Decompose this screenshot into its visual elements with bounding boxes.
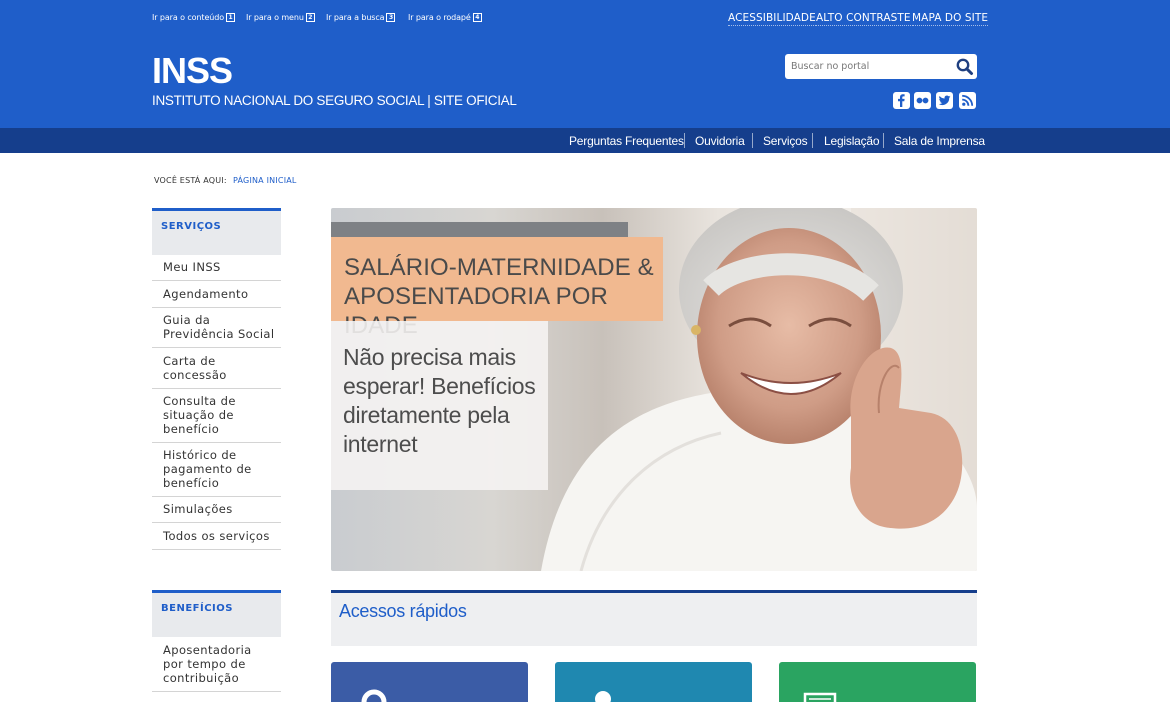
services-menu-item-line: Consulta de (163, 394, 236, 408)
document-icon (803, 692, 837, 702)
services-menu-item-line: Histórico de (163, 448, 237, 462)
benefits-menu-item-line: por tempo de (163, 657, 246, 671)
banner-tagline: Não precisa mais esperar! Benefícios dir… (343, 344, 536, 457)
benefits-menu-item-label: Aposentadoria por tempo de contribuição (163, 643, 252, 685)
services-menu-item-line: situação de (163, 408, 234, 422)
services-menu-item[interactable]: Histórico de pagamento de benefício (152, 442, 281, 497)
services-menu-item-label: Simulações (163, 502, 233, 516)
search-box (785, 54, 977, 79)
facebook-link[interactable] (893, 92, 910, 109)
services-menu-item-line: concessão (163, 368, 227, 382)
site-map-link[interactable]: MAPA DO SITE (912, 12, 989, 26)
benefits-menu-item-line: contribuição (163, 671, 240, 685)
services-menu-item-label: Todos os serviços (163, 529, 270, 543)
services-menu-item-label: Histórico de pagamento de benefício (163, 448, 252, 490)
nav-servicos[interactable]: Serviços (763, 134, 808, 148)
services-menu-item-line: Simulações (163, 502, 233, 516)
location-icon (361, 689, 387, 702)
quick-access-tile-2[interactable] (555, 662, 752, 702)
services-menu-item-line: Agendamento (163, 287, 249, 301)
services-menu-item-line: pagamento de (163, 462, 252, 476)
skip-to-menu-link[interactable]: Ir para o menu 2 (246, 13, 315, 22)
quick-access-tile-3[interactable] (779, 662, 976, 702)
skip-to-search-link[interactable]: Ir para a busca 3 (326, 13, 396, 22)
benefits-menu-item-line: Aposentadoria (163, 643, 252, 657)
services-menu-item[interactable]: Guia da Previdência Social (152, 307, 281, 348)
facebook-icon (898, 94, 905, 107)
benefits-heading-label: BENEFÍCIOS (161, 603, 233, 614)
site-header: Ir para o conteúdo 1 Ir para o menu 2 Ir… (0, 0, 1170, 128)
services-menu-item-line: benefício (163, 422, 220, 436)
services-heading: SERVIÇOS (152, 208, 281, 255)
flickr-icon (916, 97, 929, 104)
services-menu-item-line: Carta de (163, 354, 216, 368)
nav-ouvidoria[interactable]: Ouvidoria (695, 134, 745, 148)
site-logo[interactable]: INSS (152, 50, 233, 92)
banner-tagline-box: Não precisa mais esperar! Benefícios dir… (331, 321, 548, 490)
services-menu-item[interactable]: Todos os serviços (152, 522, 281, 550)
skip-link-label: Ir para o conteúdo (152, 13, 225, 22)
hero-banner[interactable]: SALÁRIO-MATERNIDADE & APOSENTADORIA POR … (331, 208, 977, 571)
services-menu-item-label: Meu INSS (163, 260, 221, 274)
banner-accent-strip (331, 222, 628, 237)
breadcrumb-home-link[interactable]: PÁGINA INICIAL (233, 176, 297, 185)
banner-headline-box: SALÁRIO-MATERNIDADE & APOSENTADORIA POR … (331, 237, 663, 339)
skip-to-content-link[interactable]: Ir para o conteúdo 1 (152, 13, 236, 22)
quick-access-title: Acessos rápidos (339, 601, 467, 621)
nav-divider (684, 133, 685, 148)
main-nav: Perguntas Frequentes Ouvidoria Serviços … (0, 128, 1170, 153)
twitter-icon (938, 95, 951, 106)
nav-divider (812, 133, 813, 148)
services-menu-item[interactable]: Agendamento (152, 280, 281, 308)
accessibility-link[interactable]: ACESSIBILIDADE (728, 12, 816, 26)
services-menu-item-line: Previdência Social (163, 327, 275, 341)
rss-link[interactable] (959, 92, 976, 109)
services-menu-item-label: Consulta de situação de benefício (163, 394, 236, 436)
rss-icon (962, 94, 974, 106)
services-menu-item-line: Todos os serviços (163, 529, 270, 543)
search-icon (956, 58, 973, 75)
access-key: 3 (386, 13, 396, 22)
services-menu-item-label: Guia da Previdência Social (163, 313, 274, 341)
quick-access-tile-1[interactable] (331, 662, 528, 702)
services-menu-item-line: Guia da (163, 313, 211, 327)
benefits-menu-item[interactable]: Aposentadoria por tempo de contribuição (152, 636, 281, 692)
nav-faq[interactable]: Perguntas Frequentes (569, 134, 684, 148)
services-menu-item-line: Meu INSS (163, 260, 221, 274)
search-button[interactable] (955, 57, 974, 76)
services-menu-item-label: Agendamento (163, 287, 248, 301)
access-key: 2 (305, 13, 315, 22)
access-key: 4 (472, 13, 482, 22)
person-icon (595, 691, 611, 702)
twitter-link[interactable] (936, 92, 953, 109)
access-key: 1 (226, 13, 236, 22)
flickr-link[interactable] (914, 92, 931, 109)
nav-sala-imprensa[interactable]: Sala de Imprensa (894, 134, 985, 148)
services-menu-item[interactable]: Consulta de situação de benefício (152, 388, 281, 443)
breadcrumb-label: VOCÊ ESTÁ AQUI: (154, 176, 227, 185)
nav-divider (752, 133, 753, 148)
skip-link-label: Ir para o menu (246, 13, 304, 22)
services-menu-item[interactable]: Simulações (152, 496, 281, 523)
nav-legislacao[interactable]: Legislação (824, 134, 880, 148)
services-menu-item-line: benefício (163, 476, 220, 490)
nav-divider (883, 133, 884, 148)
services-heading-label: SERVIÇOS (161, 221, 222, 232)
quick-access-header: Acessos rápidos (331, 590, 977, 646)
site-subtitle: INSTITUTO NACIONAL DO SEGURO SOCIAL | SI… (152, 93, 517, 108)
skip-link-label: Ir para a busca (326, 13, 385, 22)
services-menu-item-label: Carta de concessão (163, 354, 227, 382)
search-input[interactable] (791, 58, 941, 75)
skip-link-label: Ir para o rodapé (408, 13, 471, 22)
high-contrast-link[interactable]: ALTO CONTRASTE (816, 12, 911, 26)
skip-to-footer-link[interactable]: Ir para o rodapé 4 (408, 13, 482, 22)
services-menu-item[interactable]: Meu INSS (152, 254, 281, 281)
services-menu-item[interactable]: Carta de concessão (152, 347, 281, 389)
benefits-heading: BENEFÍCIOS (152, 590, 281, 637)
